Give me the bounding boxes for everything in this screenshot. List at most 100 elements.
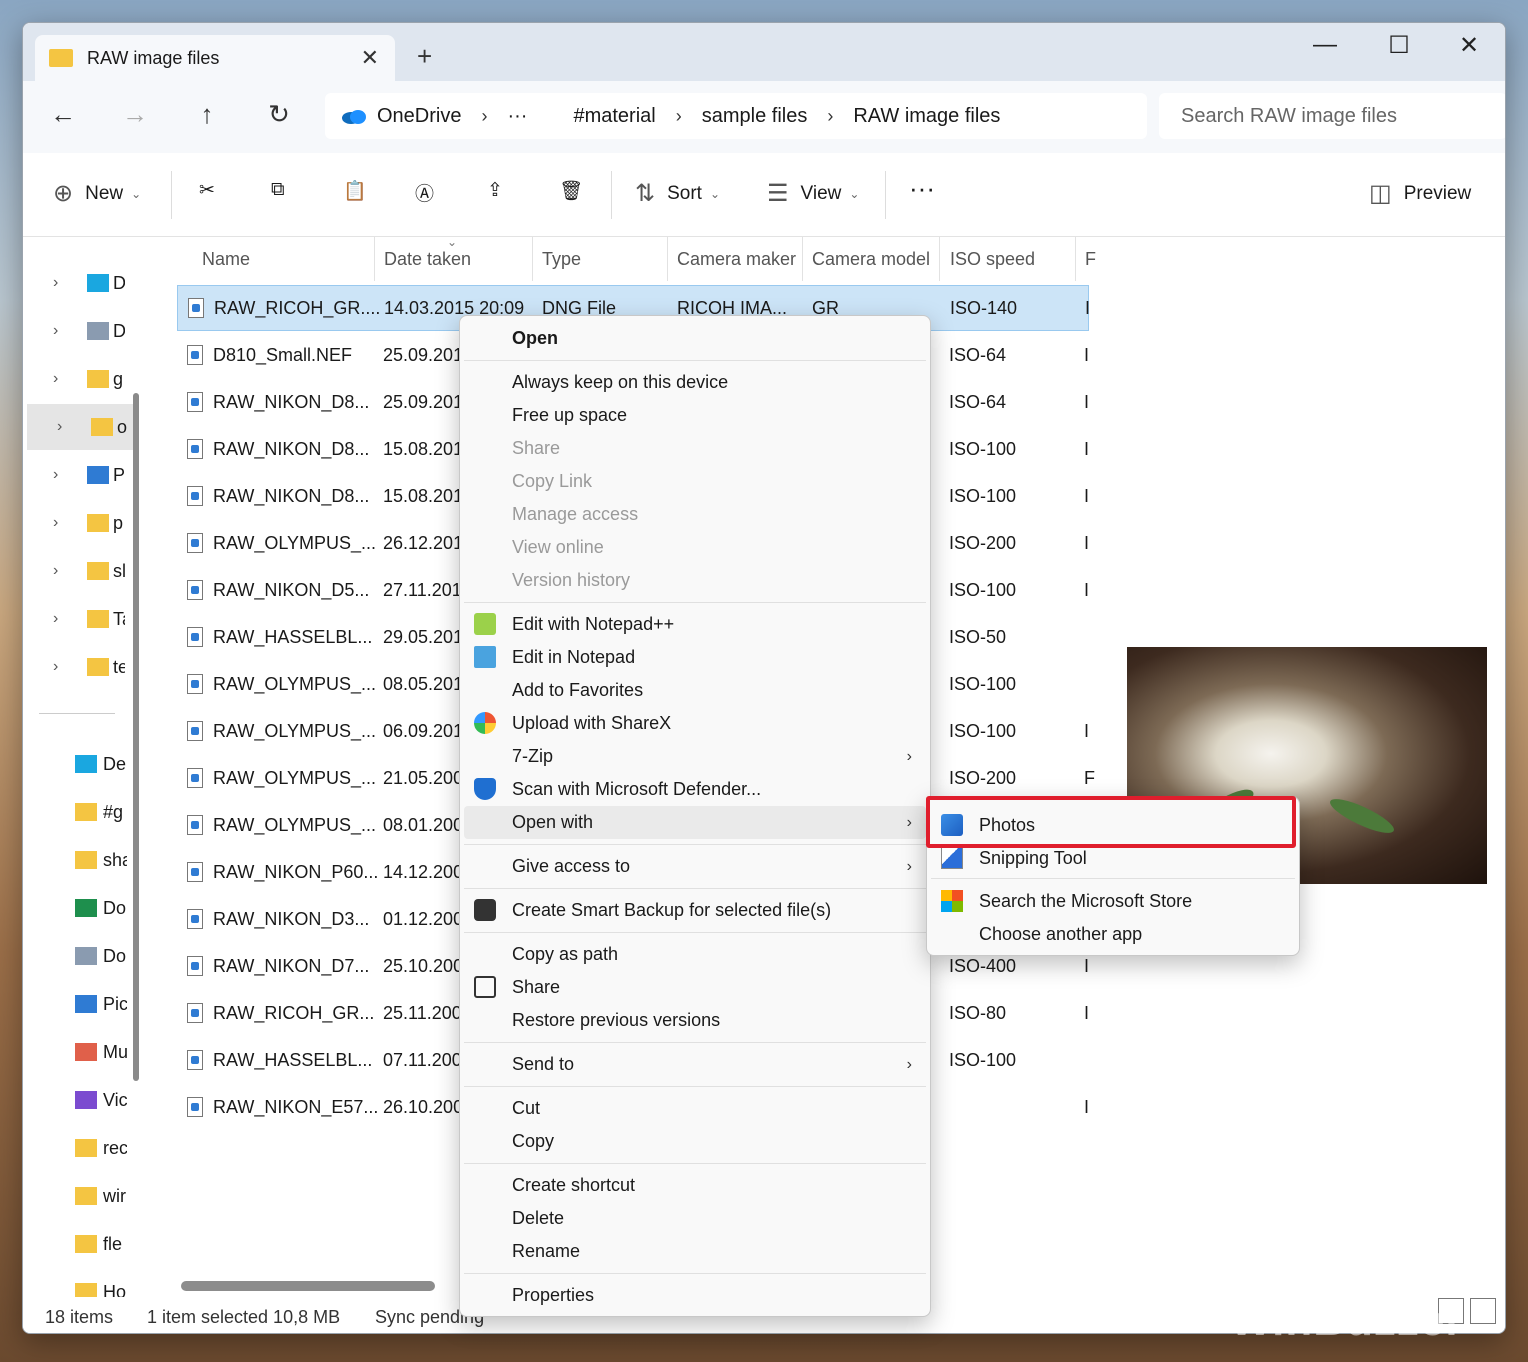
- chevron-right-icon[interactable]: ›: [57, 418, 77, 436]
- chevron-right-icon[interactable]: ›: [53, 322, 73, 340]
- more-options-icon[interactable]: ···: [909, 173, 935, 204]
- nav-item[interactable]: › Ta: [23, 596, 133, 642]
- nav-quick-access-item[interactable]: rec: [23, 1125, 133, 1171]
- menu-item-cut[interactable]: Cut: [464, 1092, 926, 1125]
- menu-item-manage-access[interactable]: Manage access: [464, 498, 926, 531]
- tab-raw-image-files[interactable]: RAW image files ✕: [35, 35, 395, 81]
- chevron-right-icon[interactable]: ›: [53, 562, 73, 580]
- nav-quick-access-item[interactable]: wir: [23, 1173, 133, 1219]
- share-icon[interactable]: ⇪: [487, 179, 503, 202]
- column-header-camera-maker[interactable]: Camera maker: [677, 237, 796, 281]
- column-header-f[interactable]: F: [1085, 237, 1096, 281]
- up-button[interactable]: ↑: [189, 99, 225, 130]
- new-tab-button[interactable]: +: [417, 41, 432, 72]
- menu-item-delete[interactable]: Delete: [464, 1202, 926, 1235]
- nav-item[interactable]: › te: [23, 644, 133, 690]
- back-button[interactable]: ←: [45, 99, 81, 130]
- menu-item-view-online[interactable]: View online: [464, 531, 926, 564]
- forward-button[interactable]: →: [117, 99, 153, 130]
- menu-item-scan-with-microsoft-defender[interactable]: Scan with Microsoft Defender...: [464, 773, 926, 806]
- chevron-right-icon[interactable]: ›: [53, 610, 73, 628]
- cell-name: RAW_NIKON_D8...: [213, 485, 370, 506]
- column-header-camera-model[interactable]: Camera model: [812, 237, 930, 281]
- nav-quick-access-item[interactable]: #g: [23, 789, 133, 835]
- menu-item-upload-with-sharex[interactable]: Upload with ShareX: [464, 707, 926, 740]
- view-button[interactable]: ☰ View ⌄: [767, 179, 859, 208]
- nav-item[interactable]: › sl: [23, 548, 133, 594]
- nav-item[interactable]: › g: [23, 356, 133, 402]
- menu-item-rename[interactable]: Rename: [464, 1235, 926, 1268]
- submenu-item-choose-another-app[interactable]: Choose another app: [931, 918, 1295, 951]
- menu-item-restore-previous-versions[interactable]: Restore previous versions: [464, 1004, 926, 1037]
- tiles-view-icon[interactable]: [1470, 1298, 1496, 1324]
- chevron-right-icon[interactable]: ›: [53, 514, 73, 532]
- crumb-raw-image-files[interactable]: RAW image files: [853, 105, 1000, 128]
- column-header-type[interactable]: Type: [542, 237, 581, 281]
- menu-item-free-up-space[interactable]: Free up space: [464, 399, 926, 432]
- chevron-down-icon: ⌄: [709, 186, 721, 201]
- rename-icon[interactable]: Ⓐ: [415, 179, 434, 206]
- menu-item-add-to-favorites[interactable]: Add to Favorites: [464, 674, 926, 707]
- nav-quick-access-item[interactable]: fle: [23, 1221, 133, 1267]
- new-button[interactable]: ⊕ New ⌄: [53, 179, 141, 208]
- chevron-right-icon[interactable]: ›: [53, 370, 73, 388]
- menu-item-edit-in-notepad[interactable]: Edit in Notepad: [464, 641, 926, 674]
- submenu-item-search-the-microsoft-store[interactable]: Search the Microsoft Store: [931, 885, 1295, 918]
- refresh-button[interactable]: ↻: [261, 99, 297, 130]
- preview-button[interactable]: ◫ Preview: [1369, 179, 1471, 208]
- horizontal-scrollbar[interactable]: [181, 1281, 435, 1291]
- crumb-onedrive[interactable]: OneDrive: [377, 105, 461, 128]
- menu-item-create-shortcut[interactable]: Create shortcut: [464, 1169, 926, 1202]
- menu-item-send-to[interactable]: Send to ›: [464, 1048, 926, 1081]
- nav-item[interactable]: › o: [27, 404, 137, 450]
- column-header-iso[interactable]: ISO speed: [950, 237, 1035, 281]
- close-window-button[interactable]: ✕: [1449, 31, 1489, 60]
- chevron-right-icon[interactable]: ›: [53, 274, 73, 292]
- menu-item-copy[interactable]: Copy: [464, 1125, 926, 1158]
- menu-item-version-history[interactable]: Version history: [464, 564, 926, 597]
- nav-quick-access-item[interactable]: Pic: [23, 981, 133, 1027]
- paste-icon[interactable]: 📋: [343, 179, 367, 203]
- crumb-sample-files[interactable]: sample files: [702, 105, 808, 128]
- search-input[interactable]: Search RAW image files: [1159, 93, 1505, 139]
- nav-item[interactable]: › P: [23, 452, 133, 498]
- nav-scrollbar[interactable]: [133, 393, 139, 1081]
- column-header-name[interactable]: Name: [202, 237, 250, 281]
- chevron-right-icon: ›: [675, 105, 682, 126]
- nav-quick-access-item[interactable]: Vic: [23, 1077, 133, 1123]
- menu-item-always-keep-on-this-device[interactable]: Always keep on this device: [464, 366, 926, 399]
- menu-item-properties[interactable]: Properties: [464, 1279, 926, 1312]
- crumb-material[interactable]: #material: [573, 105, 655, 128]
- nav-quick-access-item[interactable]: sha: [23, 837, 133, 883]
- menu-item-edit-with-notepad[interactable]: Edit with Notepad++: [464, 608, 926, 641]
- menu-item-share[interactable]: Share: [464, 432, 926, 465]
- column-header-date[interactable]: Date taken: [384, 237, 471, 281]
- nav-quick-access-item[interactable]: Mu: [23, 1029, 133, 1075]
- crumb-ellipsis[interactable]: ···: [507, 105, 527, 128]
- close-tab-icon[interactable]: ✕: [361, 45, 379, 71]
- nav-quick-access-item[interactable]: De: [23, 741, 133, 787]
- sort-button[interactable]: ⇅ Sort ⌄: [635, 179, 720, 208]
- chevron-right-icon[interactable]: ›: [53, 658, 73, 676]
- menu-item-7-zip[interactable]: 7-Zip ›: [464, 740, 926, 773]
- chevron-right-icon[interactable]: ›: [53, 466, 73, 484]
- nav-quick-access-item[interactable]: Do: [23, 885, 133, 931]
- copy-icon[interactable]: ⧉: [271, 179, 285, 201]
- menu-item-copy-link[interactable]: Copy Link: [464, 465, 926, 498]
- menu-separator: [464, 1042, 926, 1043]
- cut-icon[interactable]: ✂: [199, 179, 215, 202]
- maximize-button[interactable]: ☐: [1379, 31, 1419, 60]
- menu-item-give-access-to[interactable]: Give access to ›: [464, 850, 926, 883]
- minimize-button[interactable]: —: [1305, 31, 1345, 59]
- nav-item[interactable]: › D: [23, 260, 133, 306]
- nav-item[interactable]: › p: [23, 500, 133, 546]
- menu-item-create-smart-backup-for-selected-file-s[interactable]: Create Smart Backup for selected file(s): [464, 894, 926, 927]
- nav-item[interactable]: › D: [23, 308, 133, 354]
- menu-item-open[interactable]: Open: [464, 322, 926, 355]
- menu-item-copy-as-path[interactable]: Copy as path: [464, 938, 926, 971]
- menu-item-open-with[interactable]: Open with ›: [464, 806, 926, 839]
- menu-item-share[interactable]: Share: [464, 971, 926, 1004]
- nav-quick-access-item[interactable]: Do: [23, 933, 133, 979]
- delete-icon[interactable]: 🗑: [559, 179, 583, 203]
- breadcrumb[interactable]: OneDrive › ··· › #material › sample file…: [325, 93, 1147, 139]
